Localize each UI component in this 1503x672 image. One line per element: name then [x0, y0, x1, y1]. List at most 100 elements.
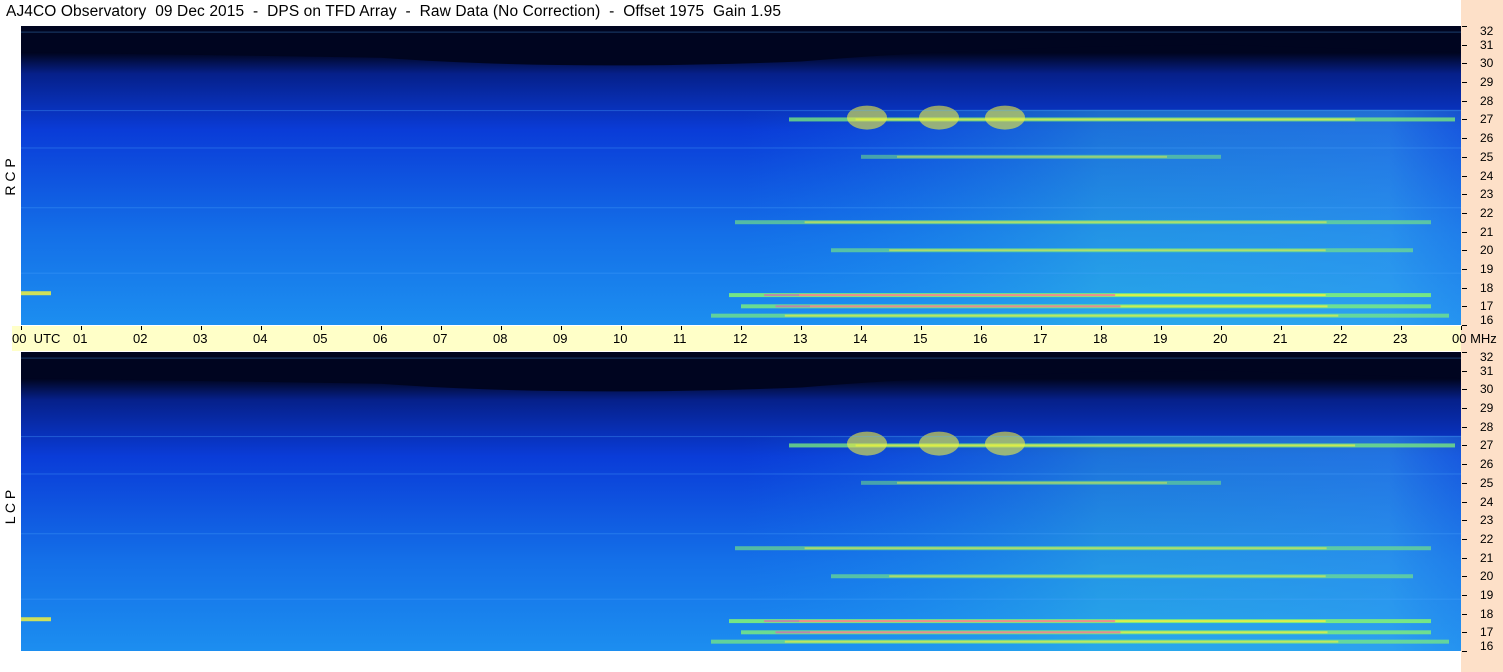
utc-tick [1101, 326, 1102, 330]
mhz-tick [1462, 175, 1467, 177]
mhz-tick [1462, 100, 1467, 102]
band-hotspot-17.6mhz [764, 620, 1116, 623]
mhz-tick [1462, 594, 1467, 596]
mhz-tick [1462, 520, 1467, 522]
daytime-noise-overlay [21, 435, 1461, 651]
band-core-16.5mhz [784, 314, 1339, 317]
lcp-frequency-axis: 32 31 30 29 28 27 26 25 24 23 22 21 20 19 18 17 16 [1461, 350, 1503, 653]
mhz-tick [1462, 501, 1467, 503]
utc-tick [1161, 326, 1162, 330]
mhz-tick-label: 28 [1480, 93, 1494, 108]
mhz-tick [1462, 82, 1467, 84]
mhz-tick [1462, 352, 1467, 353]
mhz-tick-label: 19 [1480, 587, 1494, 602]
utc-tick [801, 326, 802, 330]
utc-tick [321, 326, 322, 330]
band-hotspot-17.6mhz [764, 294, 1116, 297]
utc-tick-label: 10 [613, 331, 628, 346]
band-core-25mhz [897, 155, 1167, 158]
utc-tick [141, 326, 142, 330]
mhz-tick-label: 32 [1480, 350, 1494, 364]
utc-tick [81, 326, 82, 330]
utc-tick [741, 326, 742, 330]
rcp-label-container: R C P [0, 130, 20, 195]
mhz-tick-label: 31 [1480, 37, 1494, 52]
mhz-tick [1462, 325, 1467, 326]
utc-tick-label: 23 [1393, 331, 1408, 346]
utc-tick [921, 326, 922, 330]
emission-cluster [985, 431, 1025, 456]
mhz-tick-label: 22 [1480, 205, 1494, 220]
mhz-tick-label: 24 [1480, 494, 1494, 509]
mhz-tick-label: 21 [1480, 224, 1494, 239]
utc-tick [201, 326, 202, 330]
lcp-spectrogram [21, 352, 1461, 651]
mhz-tick [1462, 370, 1467, 372]
mhz-tick-label: 31 [1480, 363, 1494, 378]
utc-tick-label: 21 [1273, 331, 1288, 346]
utc-tick [621, 326, 622, 330]
utc-tick-label: 11 [673, 331, 687, 346]
utc-tick-label: 18 [1093, 331, 1108, 346]
utc-tick [441, 326, 442, 330]
utc-tick [681, 326, 682, 330]
mhz-tick [1462, 538, 1467, 540]
mhz-tick [1462, 268, 1467, 270]
mhz-tick [1462, 138, 1467, 140]
mhz-tick-label: 26 [1480, 131, 1494, 146]
utc-tick-label: 08 [493, 331, 508, 346]
emission-cluster [847, 431, 887, 456]
mhz-tick-label: 30 [1480, 382, 1494, 397]
mhz-tick-label: 25 [1480, 475, 1494, 490]
interference-line [21, 31, 1461, 33]
mhz-tick [1462, 26, 1467, 27]
mhz-tick-label: 21 [1480, 550, 1494, 565]
rcp-frequency-axis: 32 31 30 29 28 27 26 25 24 23 22 21 20 19 18 17 16 [1461, 25, 1503, 326]
utc-tick-label: 01 [73, 331, 88, 346]
band-hotspot-17mhz [775, 305, 1121, 308]
mhz-tick [1462, 119, 1467, 121]
mhz-tick-label: 22 [1480, 531, 1494, 546]
band-core-20mhz [889, 249, 1326, 252]
interference-line [21, 357, 1461, 359]
mhz-tick-label: 25 [1480, 149, 1494, 164]
mhz-tick-label: 23 [1480, 187, 1494, 202]
early-signal-17mhz [21, 617, 51, 622]
early-signal-17mhz [21, 291, 51, 296]
band-core-16.5mhz [784, 640, 1339, 643]
mhz-tick-label: 30 [1480, 56, 1494, 71]
utc-tick-label: 07 [433, 331, 448, 346]
mhz-tick [1462, 408, 1467, 410]
emission-cluster [919, 431, 959, 456]
utc-tick-label: 09 [553, 331, 568, 346]
mhz-tick-label: 20 [1480, 569, 1494, 584]
mhz-tick [1462, 231, 1467, 233]
daytime-noise-overlay [21, 109, 1461, 325]
interference-line [21, 533, 1461, 535]
utc-tick-label: 12 [733, 331, 748, 346]
mhz-tick [1462, 557, 1467, 559]
lcp-spectrogram-svg [21, 352, 1461, 651]
mhz-tick [1462, 464, 1467, 466]
mhz-tick-label: 27 [1480, 438, 1494, 453]
rcp-spectrogram [21, 26, 1461, 325]
mhz-tick [1462, 212, 1467, 214]
mhz-tick-label: 19 [1480, 261, 1494, 276]
mhz-tick-label: 16 [1480, 639, 1494, 653]
utc-tick-label: 20 [1213, 331, 1228, 346]
band-hotspot-17mhz [775, 631, 1121, 634]
utc-tick [1281, 326, 1282, 330]
mhz-tick [1462, 482, 1467, 484]
mhz-tick [1462, 44, 1467, 46]
utc-tick-label: 15 [913, 331, 928, 346]
utc-tick [561, 326, 562, 330]
chart-title: AJ4CO Observatory 09 Dec 2015 - DPS on T… [6, 3, 782, 20]
interference-line [21, 436, 1461, 438]
utc-tick-label: 16 [973, 331, 988, 346]
utc-tick-label: 02 [133, 331, 148, 346]
rcp-label: R C P [2, 158, 18, 196]
utc-tick-label: 03 [193, 331, 208, 346]
mhz-tick [1462, 63, 1467, 65]
mhz-tick-label: 17 [1480, 625, 1494, 640]
utc-tick [1041, 326, 1042, 330]
